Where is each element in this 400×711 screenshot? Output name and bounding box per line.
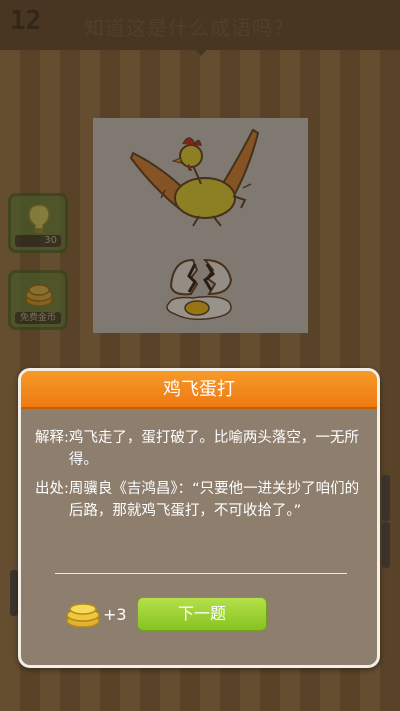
dialog-divider xyxy=(55,573,347,574)
reward-amount: +3 xyxy=(103,605,127,624)
explanation-text: 鸡飞走了，蛋打破了。比喻两头落空，一无所得。 xyxy=(68,430,359,468)
source-label: 出处: xyxy=(35,481,69,497)
answer-dialog: 鸡飞蛋打 解释: 鸡飞走了，蛋打破了。比喻两头落空，一无所得。 出处: 周骥良《… xyxy=(18,368,380,668)
next-question-button[interactable]: 下一题 xyxy=(137,597,267,631)
gold-coins-icon xyxy=(66,603,100,628)
source-text: 周骥良《吉鸿昌》：“只要他一进关抄了咱们的后路，那就鸡飞蛋打，不可收拾了。” xyxy=(68,481,360,519)
explanation-row: 解释: 鸡飞走了，蛋打破了。比喻两头落空，一无所得。 xyxy=(35,427,367,471)
reward: +3 xyxy=(63,597,133,633)
explanation-label: 解释: xyxy=(35,430,69,446)
dialog-title: 鸡飞蛋打 xyxy=(21,371,377,409)
source-row: 出处: 周骥良《吉鸿昌》：“只要他一进关抄了咱们的后路，那就鸡飞蛋打，不可收拾了… xyxy=(35,478,367,522)
